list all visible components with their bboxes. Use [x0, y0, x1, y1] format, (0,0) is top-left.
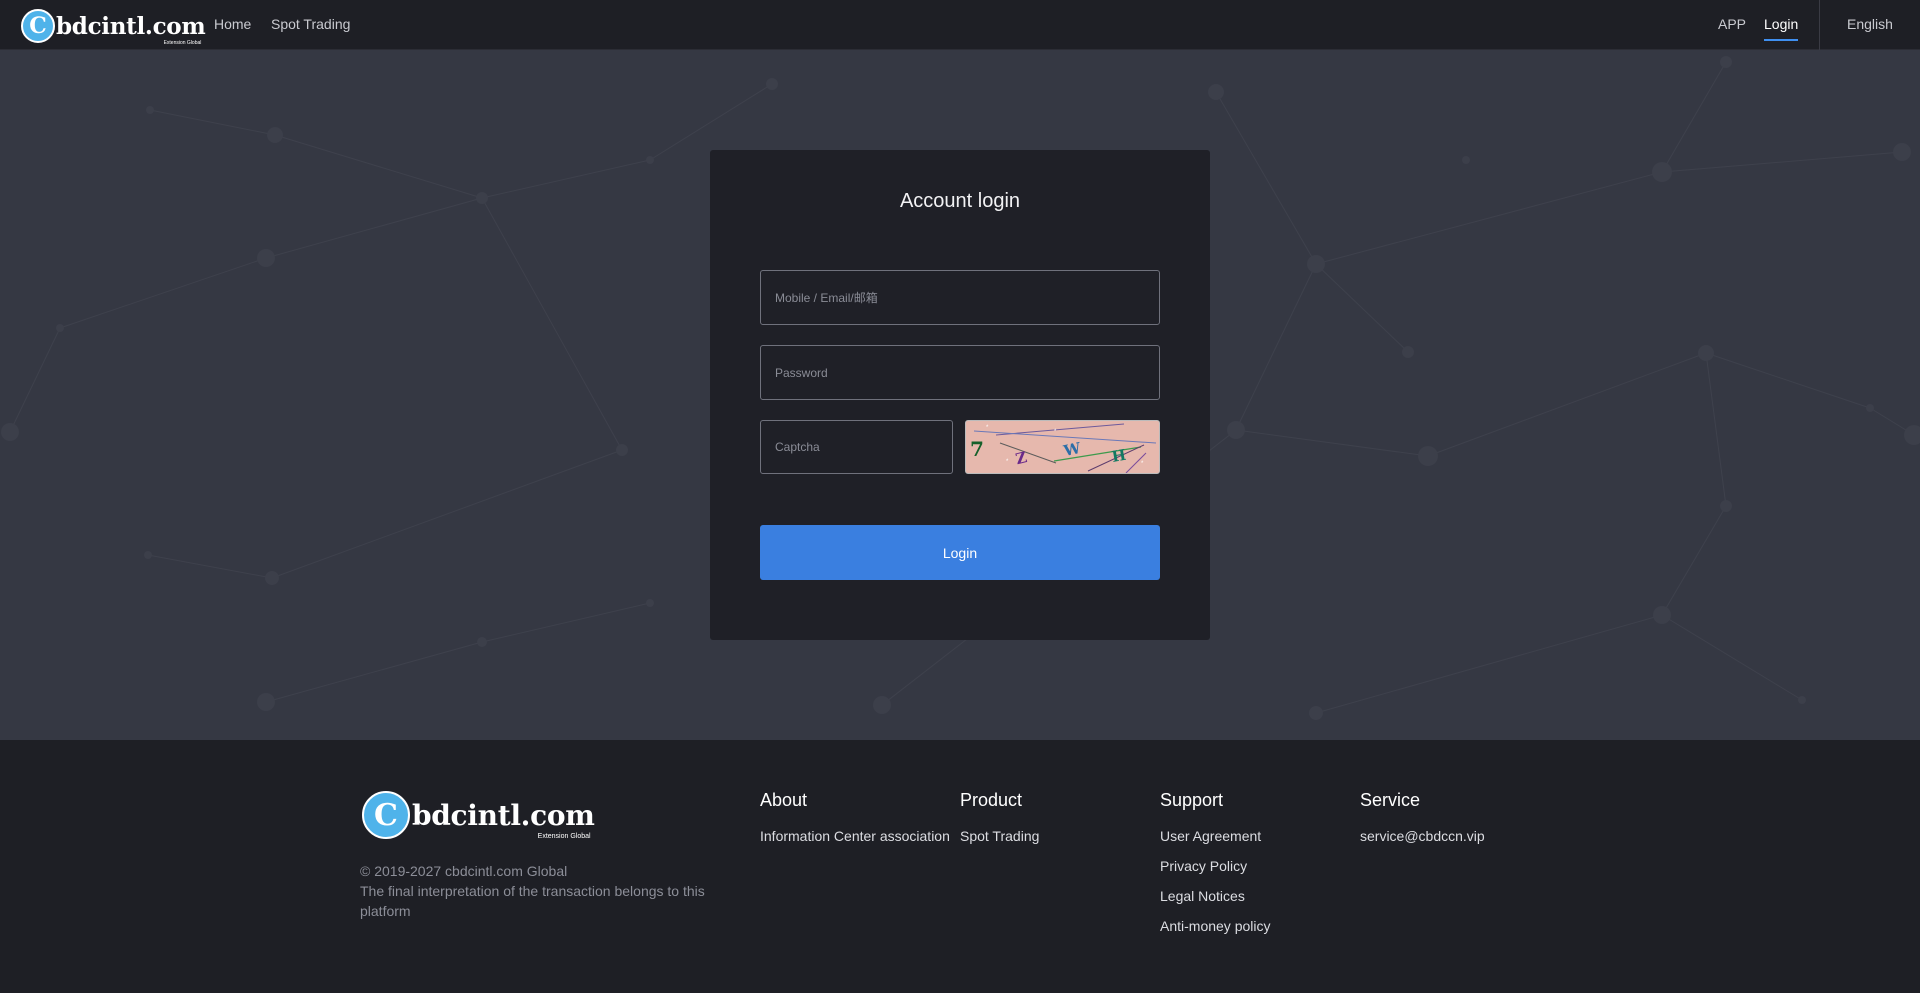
- site-logo[interactable]: C bdcintl.com Extension Global: [21, 9, 206, 46]
- logo-subtext: Extension Global: [163, 39, 202, 46]
- footer-link-anti-money-policy[interactable]: Anti-money policy: [1160, 918, 1271, 934]
- logo-c-icon: C: [21, 9, 55, 43]
- login-button[interactable]: Login: [760, 525, 1160, 580]
- svg-text:*: *: [1141, 461, 1144, 467]
- footer-link-privacy-policy[interactable]: Privacy Policy: [1160, 858, 1247, 874]
- captcha-char: Z: [1014, 448, 1029, 468]
- footer-heading-service: Service: [1360, 790, 1421, 810]
- footer-heading-about: About: [760, 790, 808, 810]
- footer-link-information-center[interactable]: Information Center association: [760, 828, 950, 844]
- footer-heading-support: Support: [1160, 790, 1224, 810]
- footer-link-legal-notices[interactable]: Legal Notices: [1160, 888, 1245, 904]
- footer-heading-product: Product: [960, 790, 1023, 810]
- password-input[interactable]: [760, 345, 1160, 400]
- active-tab-indicator: [1764, 39, 1799, 41]
- copyright-text: © 2019-2027 cbdcintl.com Global: [360, 863, 568, 879]
- footer-copyright-block: © 2019-2027 cbdcintl.com Global The fina…: [360, 861, 730, 921]
- footer-logo[interactable]: C bdcintl.com Extension Global: [362, 791, 595, 840]
- nav-divider: [1819, 0, 1820, 50]
- footer-link-spot-trading[interactable]: Spot Trading: [960, 828, 1039, 844]
- captcha-char: H: [1110, 446, 1127, 466]
- footer-link-user-agreement[interactable]: User Agreement: [1160, 828, 1261, 844]
- nav-login[interactable]: Login: [1764, 16, 1799, 41]
- top-nav-bar: C bdcintl.com Extension Global Home Spot…: [0, 0, 1920, 50]
- username-input[interactable]: [760, 270, 1160, 325]
- captcha-char: 7: [970, 437, 984, 461]
- nav-app[interactable]: APP: [1718, 16, 1746, 32]
- nav-home[interactable]: Home: [214, 16, 251, 32]
- captcha-input[interactable]: [760, 420, 953, 474]
- login-title: Account login: [899, 190, 1021, 212]
- login-hero-section: Account login * * * * 7 Z W H Login: [0, 50, 1920, 740]
- footer-link-service-email[interactable]: service@cbdccn.vip: [1360, 828, 1485, 844]
- language-selector[interactable]: English: [1847, 16, 1893, 32]
- footer-logo-subtext: Extension Global: [537, 832, 591, 840]
- disclaimer-text: The final interpretation of the transact…: [360, 883, 705, 919]
- login-card: Account login * * * * 7 Z W H Login: [710, 150, 1210, 640]
- logo-c-icon: C: [362, 791, 410, 839]
- nav-login-label: Login: [1764, 16, 1799, 32]
- logo-wordmark: bdcintl.com: [56, 12, 206, 40]
- captcha-image[interactable]: * * * * 7 Z W H: [965, 420, 1160, 474]
- nav-spot-trading[interactable]: Spot Trading: [271, 16, 350, 32]
- footer: C bdcintl.com Extension Global © 2019-20…: [0, 740, 1920, 993]
- footer-logo-wordmark: bdcintl.com: [412, 798, 595, 832]
- svg-text:*: *: [1006, 459, 1009, 465]
- svg-text:*: *: [986, 425, 989, 431]
